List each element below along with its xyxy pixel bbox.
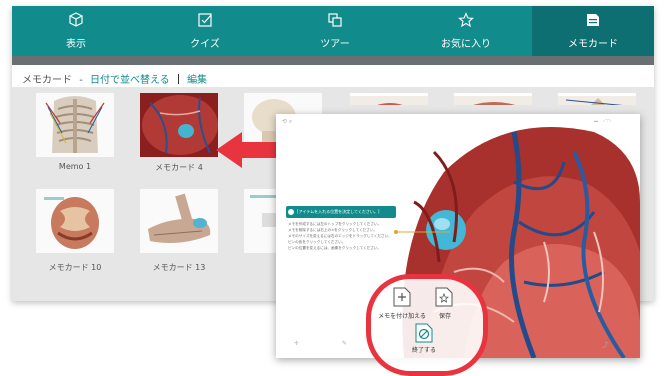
toolbar-undo-icon[interactable]: ⟲ ⌕ xyxy=(282,118,292,126)
breadcrumb-dash: - xyxy=(79,75,83,86)
divider xyxy=(177,74,179,84)
toolbar-strip xyxy=(12,56,654,65)
edit-link[interactable]: 編集 xyxy=(187,75,207,86)
edit-menu-highlight: メモを付け加える 保存 終了する xyxy=(366,274,488,376)
share-icon[interactable]: ⤴ xyxy=(602,340,608,349)
finish-button[interactable]: 終了する xyxy=(407,345,441,354)
memo-card-thumbnail[interactable] xyxy=(350,93,428,105)
tab-quiz[interactable]: クイズ xyxy=(140,6,270,56)
memo-card-thumbnail[interactable] xyxy=(36,93,114,157)
add-note-button[interactable]: メモを付け加える xyxy=(371,311,433,320)
note-line: ピンの色をクリックしてください。 xyxy=(288,240,346,244)
move-icon[interactable]: ✛ xyxy=(294,340,299,347)
breadcrumb-root: メモカード xyxy=(22,75,72,86)
note-line: メモのサイズを変えるには右のエッジをドラッグしてください。 xyxy=(288,234,392,238)
memo-card-thumbnail[interactable] xyxy=(36,189,114,253)
tab-label: 表示 xyxy=(66,39,86,50)
memo-card-thumbnail[interactable] xyxy=(454,93,532,105)
save-star-icon[interactable] xyxy=(435,287,453,307)
tab-label: お気に入り xyxy=(441,39,491,50)
add-note-icon[interactable] xyxy=(393,287,411,307)
memo-card-label: Memo 1 xyxy=(58,162,92,171)
memo-card-thumbnail[interactable] xyxy=(558,93,636,105)
tab-memo-card[interactable]: メモカード xyxy=(532,6,654,56)
memo-card-label: メモカード 4 xyxy=(155,163,203,172)
memo-card-label: メモカード 13 xyxy=(152,263,206,272)
star-icon xyxy=(400,12,532,28)
note-header: [アイテムを入れる位置を決定してください。] xyxy=(286,206,396,218)
pen-icon[interactable]: ✎ xyxy=(342,340,347,347)
sort-by-date-link[interactable]: 日付で並べ替える xyxy=(90,75,170,86)
tab-tour[interactable]: ツアー xyxy=(270,6,400,56)
checkbox-icon xyxy=(140,12,270,28)
note-title: [アイテムを入れる位置を決定してください。] xyxy=(297,209,380,214)
breadcrumb: メモカード - 日付で並べ替える 編集 xyxy=(22,71,207,86)
tab-view[interactable]: 表示 xyxy=(12,6,140,56)
tab-label: メモカード xyxy=(568,39,618,50)
cube-icon xyxy=(12,12,140,28)
memo-card-thumbnail[interactable] xyxy=(140,93,218,157)
memo-card-label: メモカード 10 xyxy=(48,263,102,272)
note-card-icon xyxy=(532,12,654,28)
tab-favorites[interactable]: お気に入り xyxy=(400,6,532,56)
tab-label: クイズ xyxy=(190,39,220,50)
memo-card-thumbnail[interactable] xyxy=(140,189,218,253)
note-line: メモを削除するには右上の×をクリックしてください。 xyxy=(288,228,378,232)
layers-icon xyxy=(270,12,400,28)
note-pointer-line xyxy=(394,230,450,234)
note-line: メモを作成するには左のトップをクリックしてください。 xyxy=(288,222,382,226)
close-icon[interactable] xyxy=(288,209,294,215)
tab-label: ツアー xyxy=(320,39,350,50)
note-line: ピンの位置を変えるには、画像をクリックしてください。 xyxy=(288,246,382,250)
tab-bar: 表示 クイズ ツアー お気に入り メモカード xyxy=(12,6,654,56)
finish-icon[interactable] xyxy=(415,323,433,343)
memo-note-popup[interactable]: [アイテムを入れる位置を決定してください。] メモを作成するには左のトップをクリ… xyxy=(286,206,396,268)
save-button[interactable]: 保存 xyxy=(431,311,459,320)
